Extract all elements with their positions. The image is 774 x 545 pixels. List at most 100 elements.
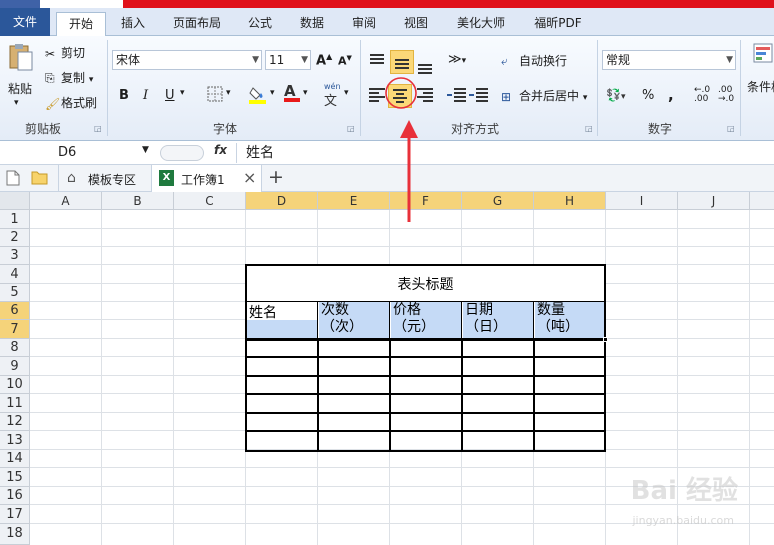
column-header-c[interactable]: C [174, 192, 246, 210]
table-title-cell[interactable]: 表头标题 [245, 264, 606, 302]
tab-beautify[interactable]: 美化大师 [448, 12, 514, 36]
copy-button[interactable]: ⎘ 复制 ▾ [45, 69, 93, 86]
paste-dropdown-icon[interactable]: ▾ [14, 98, 19, 108]
comma-style-button[interactable]: , [668, 86, 674, 104]
row-header-15[interactable]: 15 [0, 468, 30, 487]
font-color-dropdown-icon[interactable]: ▾ [303, 88, 308, 98]
grow-font-icon[interactable]: A▲ [316, 52, 332, 68]
column-header-h[interactable]: H [534, 192, 606, 210]
tab-foxit-pdf[interactable]: 福昕PDF [525, 12, 591, 36]
chevron-down-icon[interactable]: ▼ [301, 51, 308, 69]
row-header-13[interactable]: 13 [0, 431, 30, 450]
column-header-g[interactable]: G [462, 192, 534, 210]
align-top-icon[interactable] [366, 52, 388, 72]
row-header-6[interactable]: 6 [0, 302, 30, 320]
row-header-14[interactable]: 14 [0, 450, 30, 468]
phonetic-guide-icon[interactable]: wén 文 [324, 83, 341, 110]
bold-button[interactable]: B [119, 88, 129, 103]
name-box-dropdown-icon[interactable]: ▼ [142, 145, 149, 155]
row-header-16[interactable]: 16 [0, 487, 30, 505]
template-tab[interactable]: ⌂ 模板专区 [58, 165, 152, 192]
column-header-e[interactable]: E [318, 192, 390, 210]
header-cell-price[interactable]: 价格 （元） [393, 302, 435, 336]
row-header-5[interactable]: 5 [0, 284, 30, 302]
paste-icon[interactable] [6, 42, 34, 71]
row-header-1[interactable]: 1 [0, 210, 30, 229]
workbook-tab[interactable]: X 工作簿1 × [152, 165, 262, 192]
font-name-combo[interactable]: 宋体 ▼ [112, 50, 262, 70]
chevron-down-icon[interactable]: ▼ [726, 51, 733, 69]
fill-handle[interactable] [603, 337, 608, 342]
font-color-icon[interactable]: A [284, 82, 300, 102]
number-format-combo[interactable]: 常规 ▼ [602, 50, 736, 70]
chevron-down-icon[interactable]: ▼ [252, 51, 259, 69]
tab-view[interactable]: 视图 [396, 12, 436, 36]
formula-bar-resize-handle[interactable] [160, 145, 204, 161]
select-all-corner[interactable] [0, 192, 30, 210]
conditional-format-button[interactable]: 条件格 [747, 78, 774, 95]
column-header-j[interactable]: J [678, 192, 750, 210]
tab-data[interactable]: 数据 [292, 12, 332, 36]
column-header-d[interactable]: D [246, 192, 318, 210]
tab-review[interactable]: 审阅 [344, 12, 384, 36]
row-header-18[interactable]: 18 [0, 524, 30, 545]
row-header-7[interactable]: 7 [0, 320, 30, 339]
font-size-combo[interactable]: 11 ▼ [265, 50, 311, 70]
open-folder-icon[interactable] [31, 170, 48, 188]
column-header-i[interactable]: I [606, 192, 678, 210]
underline-dropdown-icon[interactable]: ▾ [180, 88, 185, 98]
row-header-8[interactable]: 8 [0, 339, 30, 357]
row-header-3[interactable]: 3 [0, 247, 30, 265]
italic-button[interactable]: I [143, 88, 148, 103]
name-box[interactable]: D6 [0, 143, 152, 163]
insert-function-icon[interactable]: fx [214, 143, 227, 157]
column-header-a[interactable]: A [30, 192, 102, 210]
row-header-2[interactable]: 2 [0, 229, 30, 247]
paste-button[interactable]: 粘贴 [8, 80, 32, 97]
row-header-17[interactable]: 17 [0, 505, 30, 524]
align-bottom-icon[interactable] [414, 52, 436, 74]
decrease-decimal-icon[interactable]: .00 →.0 [718, 86, 734, 104]
align-middle-icon[interactable] [390, 50, 414, 74]
merge-center-button[interactable]: ⊞ 合并后居中 ▾ [501, 87, 587, 104]
tab-home[interactable]: 开始 [56, 12, 106, 37]
column-header-b[interactable]: B [102, 192, 174, 210]
tab-insert[interactable]: 插入 [113, 12, 153, 36]
row-header-11[interactable]: 11 [0, 394, 30, 413]
tab-file[interactable]: 文件 [0, 8, 50, 36]
row-header-12[interactable]: 12 [0, 413, 30, 431]
increase-decimal-icon[interactable]: ←.0.00 [694, 86, 710, 104]
row-header-4[interactable]: 4 [0, 265, 30, 284]
alignment-launcher-icon[interactable]: ◲ [585, 124, 593, 133]
add-tab-icon[interactable]: + [268, 166, 284, 188]
currency-icon[interactable]: 💱▾ [606, 88, 625, 102]
cut-button[interactable]: ✂ 剪切 [45, 44, 85, 61]
increase-indent-icon[interactable] [468, 86, 490, 106]
formula-input[interactable]: 姓名 [246, 143, 274, 163]
header-cell-name[interactable]: 姓名 [249, 302, 277, 322]
header-cell-count[interactable]: 次数 （次） [321, 302, 363, 336]
clipboard-launcher-icon[interactable]: ◲ [94, 124, 102, 133]
conditional-format-icon[interactable] [752, 42, 774, 67]
number-launcher-icon[interactable]: ◲ [727, 124, 735, 133]
close-icon[interactable]: × [243, 168, 256, 187]
shrink-font-icon[interactable]: A▼ [338, 54, 352, 68]
new-file-icon[interactable] [6, 170, 20, 189]
column-header-k[interactable] [750, 192, 774, 210]
border-icon[interactable] [207, 86, 223, 105]
wrap-text-button[interactable]: ⤶ 自动换行 [501, 52, 567, 69]
header-cell-quantity[interactable]: 数量 （吨） [537, 302, 579, 336]
format-painter-button[interactable]: 🖌格式刷 [45, 94, 97, 111]
header-cell-date[interactable]: 日期 （日） [465, 302, 507, 336]
fill-color-icon[interactable] [248, 84, 268, 107]
row-header-10[interactable]: 10 [0, 376, 30, 394]
underline-button[interactable]: U [165, 88, 175, 103]
tab-formulas[interactable]: 公式 [240, 12, 280, 36]
row-header-9[interactable]: 9 [0, 357, 30, 376]
font-launcher-icon[interactable]: ◲ [347, 124, 355, 133]
text-orientation-icon[interactable]: ≫▾ [448, 52, 466, 67]
percent-button[interactable]: % [642, 88, 654, 103]
fill-color-dropdown-icon[interactable]: ▾ [270, 88, 275, 98]
border-dropdown-icon[interactable]: ▾ [226, 88, 231, 98]
decrease-indent-icon[interactable] [446, 86, 468, 106]
